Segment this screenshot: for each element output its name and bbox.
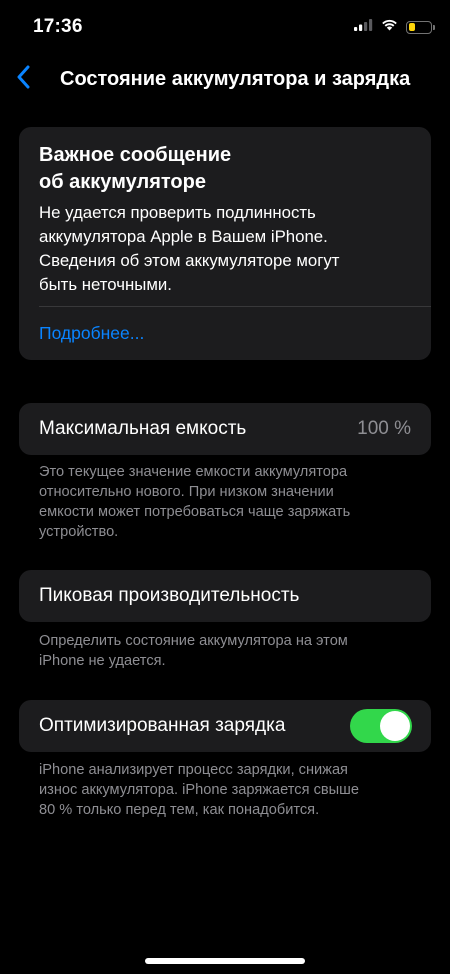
footnote-line: iPhone не удается. — [39, 653, 166, 669]
battery-level-fill — [408, 23, 415, 31]
warning-message-line: быть неточными. — [39, 275, 172, 294]
signal-icon — [354, 18, 373, 36]
warning-title-line: об аккумуляторе — [39, 171, 206, 193]
back-button[interactable] — [8, 64, 38, 94]
warning-message-line: аккумулятора Apple в Вашем iPhone. — [39, 227, 328, 246]
divider — [39, 306, 431, 307]
warning-message-line: Не удается проверить подлинность — [39, 203, 316, 222]
footnote-line: Определить состояние аккумулятора на это… — [39, 633, 348, 649]
learn-more-link[interactable]: Подробнее... — [39, 323, 144, 344]
status-time: 17:36 — [33, 16, 83, 37]
maximum-capacity-value: 100 % — [357, 418, 411, 439]
toggle-knob — [380, 711, 410, 741]
warning-message-line: Сведения об этом аккумуляторе могут — [39, 251, 340, 270]
battery-warning-card: Важное сообщение об аккумуляторе Не удае… — [19, 127, 431, 360]
warning-title-line: Важное сообщение — [39, 144, 232, 166]
status-icons — [354, 18, 435, 36]
page-title: Состояние аккумулятора и зарядка — [60, 68, 411, 90]
footnote-line: 80 % только перед тем, как понадобится. — [39, 802, 320, 818]
footnote-line: устройство. — [39, 524, 119, 540]
optimized-charging-footnote: iPhone анализирует процесс зарядки, сниж… — [39, 760, 414, 820]
optimized-charging-toggle[interactable] — [350, 709, 412, 743]
peak-performance-footnote: Определить состояние аккумулятора на это… — [39, 631, 414, 671]
maximum-capacity-row: Максимальная емкость 100 % — [19, 403, 431, 455]
battery-icon — [406, 20, 435, 34]
warning-message: Не удается проверить подлинность аккумул… — [39, 201, 411, 297]
footnote-line: Это текущее значение емкости аккумулятор… — [39, 464, 348, 480]
maximum-capacity-footnote: Это текущее значение емкости аккумулятор… — [39, 462, 414, 542]
footnote-line: емкости может потребоваться чаще заряжат… — [39, 504, 351, 520]
footnote-line: iPhone анализирует процесс зарядки, сниж… — [39, 762, 348, 778]
warning-title: Важное сообщение об аккумуляторе — [39, 142, 411, 196]
home-indicator[interactable] — [145, 958, 305, 964]
navigation-bar: Состояние аккумулятора и зарядка — [0, 56, 450, 102]
status-bar: 17:36 — [0, 0, 450, 54]
optimized-charging-label: Оптимизированная зарядка — [39, 715, 286, 736]
footnote-line: относительно нового. При низком значении — [39, 484, 334, 500]
footnote-line: износ аккумулятора. iPhone заряжается св… — [39, 782, 359, 798]
wifi-icon — [381, 18, 398, 36]
chevron-left-icon — [16, 65, 30, 94]
peak-performance-row: Пиковая производительность — [19, 570, 431, 622]
peak-performance-label: Пиковая производительность — [39, 585, 300, 606]
maximum-capacity-label: Максимальная емкость — [39, 418, 247, 439]
optimized-charging-row: Оптимизированная зарядка — [19, 700, 431, 752]
